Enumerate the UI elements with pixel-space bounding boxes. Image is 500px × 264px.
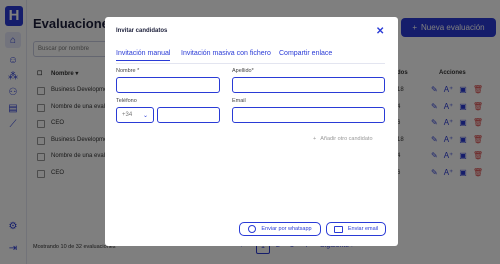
modal-title: Invitar candidatos xyxy=(116,28,168,34)
phone-prefix-value: +34 xyxy=(122,112,133,118)
tab-bulk-invite[interactable]: Invitación masiva con fichero xyxy=(181,50,271,57)
mail-icon xyxy=(333,225,343,233)
name-label: Nombre * xyxy=(116,68,140,74)
invite-candidates-modal: Invitar candidatos ✕ Invitación manual I… xyxy=(105,17,398,246)
send-whatsapp-button[interactable]: Enviar por whatsapp xyxy=(239,222,321,236)
surname-label: Apellido* xyxy=(232,68,254,74)
phone-input[interactable] xyxy=(157,107,220,123)
tabs-divider xyxy=(116,63,385,64)
surname-input[interactable] xyxy=(232,77,385,93)
email-input[interactable] xyxy=(232,107,385,123)
send-whatsapp-label: Enviar por whatsapp xyxy=(261,226,312,232)
phone-prefix-select[interactable]: +34 ⌄ xyxy=(116,107,154,123)
close-icon[interactable]: ✕ xyxy=(376,26,384,37)
tab-manual-invite[interactable]: Invitación manual xyxy=(116,50,171,61)
add-other-candidate-button[interactable]: + Añadir otro candidato xyxy=(313,136,373,142)
plus-icon: + xyxy=(313,136,317,142)
name-input[interactable] xyxy=(116,77,220,93)
tab-share-link[interactable]: Compartir enlace xyxy=(279,50,332,57)
phone-label: Teléfono xyxy=(116,98,137,104)
chevron-down-icon: ⌄ xyxy=(142,112,148,119)
send-email-button[interactable]: Enviar email xyxy=(326,222,386,236)
send-email-label: Enviar email xyxy=(347,226,379,232)
email-label: Email xyxy=(232,98,246,104)
add-other-candidate-label: Añadir otro candidato xyxy=(320,136,373,142)
whatsapp-icon xyxy=(248,225,257,233)
